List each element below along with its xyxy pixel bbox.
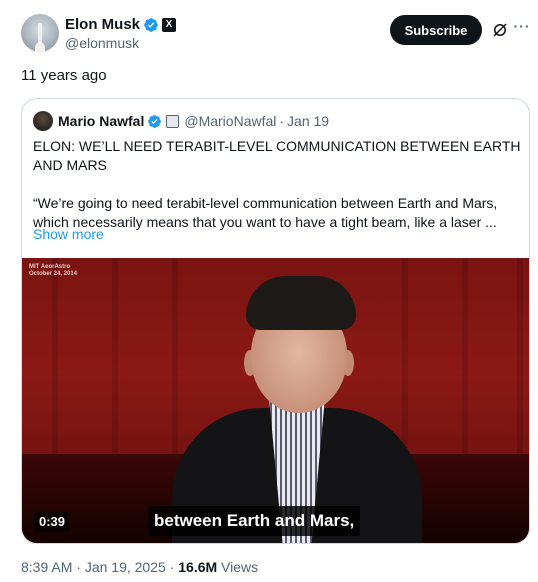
quoted-header: Mario Nawfal @MarioNawfal · Jan 19 bbox=[33, 111, 329, 131]
author-name[interactable]: Elon Musk bbox=[65, 16, 140, 33]
quoted-body: ELON: WE’LL NEED TERABIT-LEVEL COMMUNICA… bbox=[33, 137, 523, 232]
tweet-meta: 8:39 AM · Jan 19, 2025 · 16.6M Views bbox=[21, 559, 258, 575]
video-duration-badge: 0:39 bbox=[34, 512, 70, 532]
quoted-tweet[interactable]: Mario Nawfal @MarioNawfal · Jan 19 ELON:… bbox=[21, 98, 530, 544]
quoted-author-handle: @MarioNawfal bbox=[184, 113, 277, 129]
verified-badge-icon bbox=[148, 114, 162, 128]
affiliation-x-icon[interactable]: X bbox=[162, 17, 177, 32]
tweet-header: Elon Musk X @elonmusk Subscribe ··· bbox=[21, 14, 531, 54]
tweet-date[interactable]: Jan 19, 2025 bbox=[85, 559, 166, 575]
quoted-avatar bbox=[33, 111, 53, 131]
tweet-text: 11 years ago bbox=[21, 67, 107, 84]
author-info: Elon Musk X @elonmusk bbox=[65, 15, 177, 51]
tweet-time[interactable]: 8:39 AM bbox=[21, 559, 72, 575]
video-caption: between Earth and Mars, bbox=[148, 506, 361, 536]
quoted-date: Jan 19 bbox=[287, 113, 330, 129]
video-watermark: MIT AeorAstro October 24, 2014 bbox=[29, 264, 78, 277]
affiliation-badge-icon bbox=[166, 114, 180, 128]
show-more-link[interactable]: Show more bbox=[33, 226, 104, 242]
quoted-title: ELON: WE’LL NEED TERABIT-LEVEL COMMUNICA… bbox=[33, 138, 521, 173]
views-count: 16.6M bbox=[178, 559, 218, 575]
grok-icon[interactable] bbox=[491, 21, 509, 39]
author-handle[interactable]: @elonmusk bbox=[65, 35, 176, 51]
meta-separator: · bbox=[72, 559, 85, 575]
video-player[interactable]: MIT AeorAstro October 24, 2014 0:39 betw… bbox=[22, 258, 529, 543]
verified-badge-icon[interactable] bbox=[143, 17, 159, 33]
quoted-author-name: Mario Nawfal bbox=[58, 113, 145, 129]
dot-separator: · bbox=[279, 113, 285, 129]
author-avatar[interactable] bbox=[21, 14, 59, 52]
views-label: Views bbox=[217, 559, 259, 575]
subscribe-button[interactable]: Subscribe bbox=[390, 15, 482, 45]
more-icon[interactable]: ··· bbox=[512, 18, 532, 38]
quoted-text: “We’re going to need terabit-level commu… bbox=[33, 195, 498, 230]
meta-separator: · bbox=[165, 559, 179, 575]
